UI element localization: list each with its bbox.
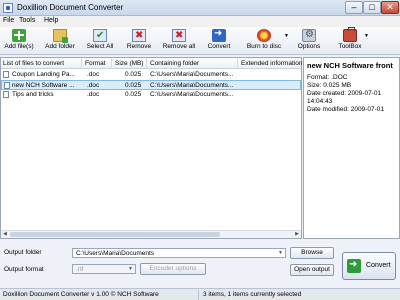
remove-all-button[interactable]: Remove all <box>162 29 196 50</box>
output-format-value: .rtf <box>76 266 84 273</box>
options-label: Options <box>297 43 321 50</box>
convert-toolbar-button[interactable]: Convert <box>205 28 233 50</box>
chevron-down-icon[interactable]: ▼ <box>278 250 283 256</box>
menu-help[interactable]: Help <box>44 17 58 24</box>
column-header-name[interactable]: List of files to convert <box>3 60 64 67</box>
chevron-down-icon[interactable]: ▼ <box>128 266 133 272</box>
status-bar: Doxillion Document Converter v 1.00 © NC… <box>0 288 400 300</box>
scrollbar-thumb[interactable] <box>10 232 220 237</box>
minimize-button[interactable]: – <box>345 1 363 14</box>
burn-disc-icon <box>257 29 271 42</box>
select-all-icon <box>93 29 107 42</box>
output-folder-label: Output folder <box>4 249 42 256</box>
file-folder: C:\Users\Maria\Documents... <box>150 71 234 78</box>
status-selection: 3 items, 1 items currently selected <box>203 291 302 298</box>
add-folder-button[interactable]: Add folder <box>42 29 78 50</box>
details-date-created: Date created: 2009-07-01 <box>307 90 382 97</box>
file-folder: C:\Users\Maria\Documents... <box>150 91 234 98</box>
details-format: Format: .DOC <box>307 74 348 81</box>
details-file-name: new NCH Software front <box>307 61 393 70</box>
remove-icon <box>132 29 146 42</box>
chevron-down-icon: ▼ <box>364 33 369 39</box>
menu-tools[interactable]: Tools <box>19 17 35 24</box>
chevron-down-icon: ▼ <box>284 33 289 39</box>
app-icon <box>3 3 13 13</box>
details-size: Size: 0.025 MB <box>307 82 352 89</box>
toolbar: Add file(s) Add folder Select All Remove… <box>0 27 400 55</box>
burn-to-disc-button[interactable]: Burn to disc ▼ <box>244 29 289 50</box>
file-name: Tips and tricks <box>12 91 54 98</box>
column-header-size[interactable]: Size (MB) <box>115 60 144 67</box>
horizontal-scrollbar[interactable]: ◀ ▶ <box>1 230 301 238</box>
status-app-info: Doxillion Document Converter v 1.00 © NC… <box>3 291 159 298</box>
output-format-select[interactable]: .rtf ▼ <box>72 264 136 274</box>
file-size: 0.025 <box>125 82 142 89</box>
document-icon <box>3 91 9 98</box>
open-output-button[interactable]: Open output <box>290 264 334 276</box>
file-details-panel: new NCH Software front Format: .DOC Size… <box>303 57 400 239</box>
add-files-label: Add file(s) <box>4 43 34 50</box>
remove-all-icon <box>172 29 186 42</box>
remove-label: Remove <box>126 43 152 50</box>
document-icon <box>3 71 9 78</box>
file-list-header: List of files to convert Format Size (MB… <box>1 58 302 69</box>
file-name: new NCH Software ... <box>12 82 75 89</box>
output-folder-field[interactable]: C:\Users\Maria\Documents ▼ <box>72 248 286 258</box>
output-format-label: Output format <box>4 266 44 273</box>
document-icon <box>4 82 10 89</box>
remove-all-label: Remove all <box>162 43 196 50</box>
details-time-created: 14:04:43 <box>307 98 333 105</box>
add-files-button[interactable]: Add file(s) <box>2 29 36 50</box>
encoder-options-button[interactable]: Encoder options <box>140 263 206 275</box>
file-size: 0.025 <box>125 71 142 78</box>
file-format: .doc <box>87 71 100 78</box>
table-row[interactable]: Coupon Landing Pa... .doc 0.025 C:\Users… <box>1 70 301 80</box>
add-files-icon <box>12 29 26 42</box>
output-settings: Output folder C:\Users\Maria\Documents ▼… <box>0 240 400 288</box>
add-folder-label: Add folder <box>45 43 75 50</box>
file-format: .doc <box>87 91 100 98</box>
close-button[interactable]: ✕ <box>381 1 399 14</box>
table-row-selected[interactable]: new NCH Software ... .doc 0.025 C:\Users… <box>1 80 301 90</box>
toolbox-button[interactable]: ToolBox ▼ <box>336 27 369 50</box>
select-all-button[interactable]: Select All <box>84 29 116 50</box>
file-name: Coupon Landing Pa... <box>12 71 75 78</box>
convert-button-label: Convert <box>366 262 391 269</box>
burn-label: Burn to disc <box>246 43 282 50</box>
column-header-format[interactable]: Format <box>85 60 106 67</box>
browse-button[interactable]: Browse <box>290 247 334 259</box>
column-header-extended[interactable]: Extended information <box>241 60 302 67</box>
scroll-right-icon[interactable]: ▶ <box>295 231 299 238</box>
options-button[interactable]: Options <box>296 29 322 50</box>
file-list[interactable]: List of files to convert Format Size (MB… <box>0 57 302 239</box>
convert-icon <box>212 28 226 42</box>
add-folder-icon <box>53 29 68 43</box>
maximize-button[interactable]: □ <box>363 1 381 14</box>
menu-bar: File Tools Help <box>0 16 400 27</box>
scroll-left-icon[interactable]: ◀ <box>3 231 7 238</box>
title-bar: Doxillion Document Converter – □ ✕ <box>0 0 400 16</box>
menu-file[interactable]: File <box>3 17 14 24</box>
toolbox-icon <box>343 27 357 42</box>
details-date-modified: Date modified: 2009-07-01 <box>307 106 384 113</box>
convert-arrow-icon <box>347 259 361 273</box>
toolbox-label: ToolBox <box>338 43 362 50</box>
convert-label: Convert <box>207 43 231 50</box>
file-format: .doc <box>87 82 100 89</box>
output-folder-value: C:\Users\Maria\Documents <box>76 250 155 257</box>
file-size: 0.025 <box>125 91 142 98</box>
file-folder: C:\Users\Maria\Documents... <box>150 82 234 89</box>
remove-button[interactable]: Remove <box>124 29 154 50</box>
options-icon <box>302 29 316 42</box>
select-all-label: Select All <box>86 43 114 50</box>
convert-button[interactable]: Convert <box>342 252 396 280</box>
window-title: Doxillion Document Converter <box>17 3 124 12</box>
table-row[interactable]: Tips and tricks .doc 0.025 C:\Users\Mari… <box>1 90 301 100</box>
column-header-folder[interactable]: Containing folder <box>150 60 199 67</box>
